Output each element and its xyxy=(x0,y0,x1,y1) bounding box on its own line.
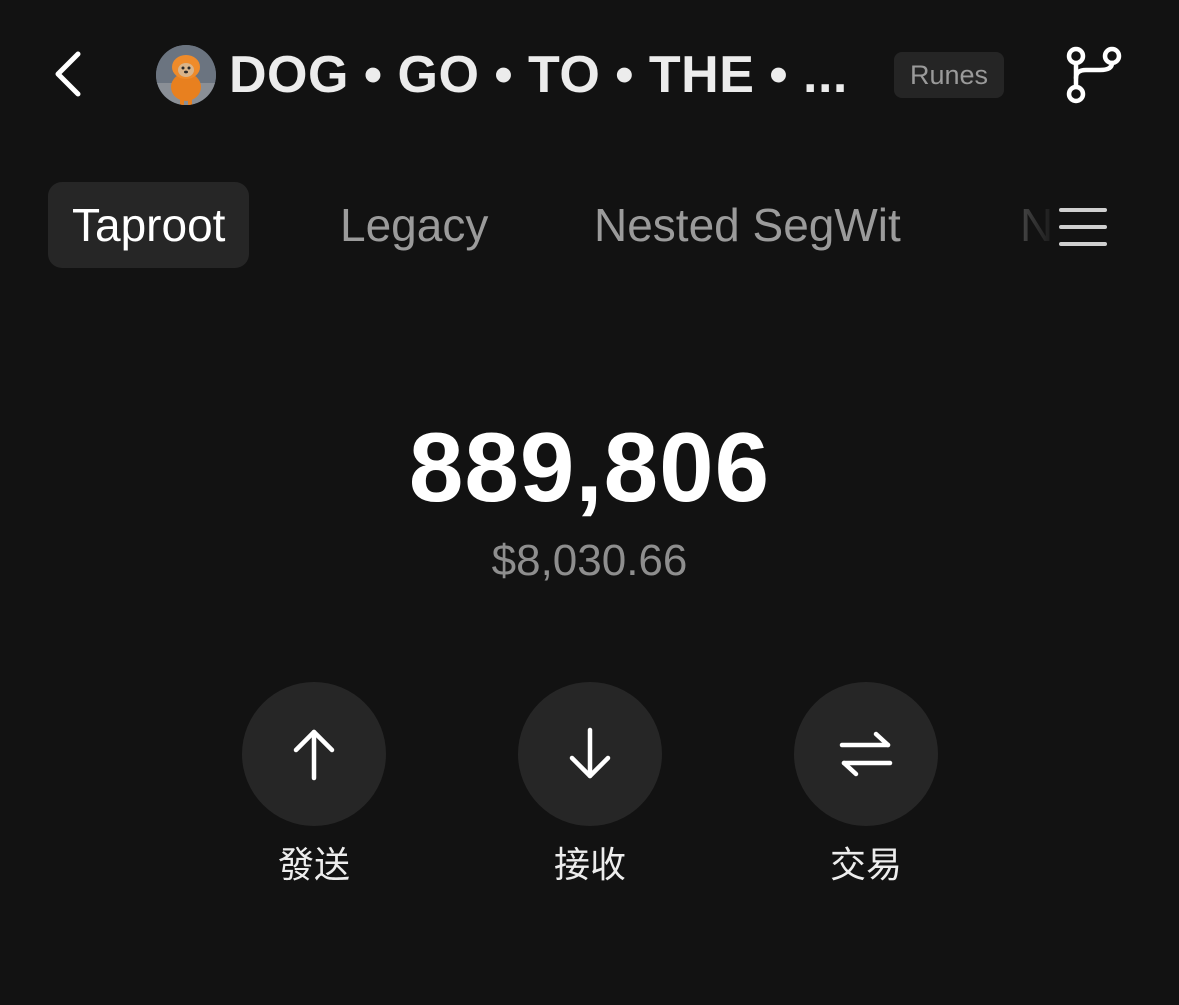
tabs-menu-button[interactable] xyxy=(1054,202,1112,252)
hamburger-menu-icon xyxy=(1059,208,1107,246)
git-branch-icon xyxy=(1066,46,1122,104)
fiat-value: $8,030.66 xyxy=(491,536,688,585)
token-title: DOG • GO • TO • THE • ... xyxy=(229,46,848,104)
token-balance: 889,806 xyxy=(408,412,771,522)
dog-avatar-icon xyxy=(156,45,216,105)
address-type-tabs: Taproot Legacy Nested SegWit N xyxy=(0,180,1179,272)
token-avatar xyxy=(156,45,216,105)
address-switch-button[interactable] xyxy=(1058,42,1128,108)
send-button[interactable]: 發送 xyxy=(242,682,386,888)
send-label: 發送 xyxy=(277,845,350,886)
tab-legacy[interactable]: Legacy xyxy=(340,182,488,268)
tab-native-segwit[interactable]: N xyxy=(1020,182,1056,268)
chevron-left-icon xyxy=(55,51,81,97)
tab-nested-segwit[interactable]: Nested SegWit xyxy=(594,182,901,268)
arrow-down-icon xyxy=(569,727,611,779)
tab-taproot[interactable]: Taproot xyxy=(48,182,250,268)
swap-label: 交易 xyxy=(829,845,902,886)
top-bar: DOG • GO • TO • THE • ... Runes xyxy=(0,0,1179,150)
receive-button[interactable]: 接收 xyxy=(518,682,662,888)
receive-circle[interactable] xyxy=(518,682,662,826)
arrow-up-icon xyxy=(293,729,335,781)
swap-button[interactable]: 交易 xyxy=(794,682,938,888)
swap-circle[interactable] xyxy=(794,682,938,826)
swap-arrows-icon xyxy=(839,731,893,777)
runes-badge: Runes xyxy=(894,52,1004,98)
receive-label: 接收 xyxy=(553,845,626,886)
back-button[interactable] xyxy=(38,44,98,104)
send-circle[interactable] xyxy=(242,682,386,826)
